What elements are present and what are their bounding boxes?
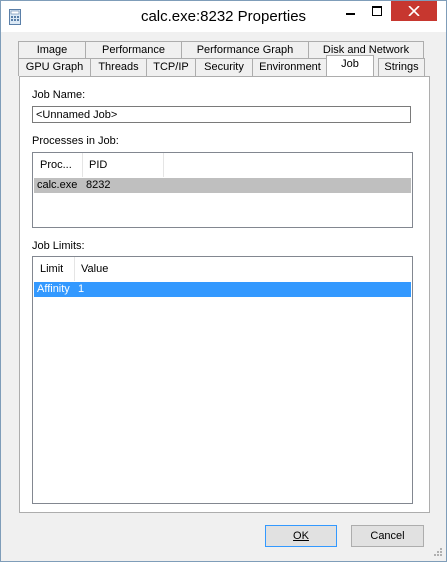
tab-label: Image (36, 44, 68, 56)
close-icon (408, 6, 420, 16)
resize-grip-icon[interactable] (431, 547, 443, 559)
job-limits-list-header: Limit Value (33, 257, 412, 281)
processes-list[interactable]: Proc... PID calc.exe 8232 (32, 152, 413, 228)
tab-strings[interactable]: Strings (378, 58, 425, 76)
tab-label: TCP/IP (153, 61, 189, 73)
process-name: calc.exe (37, 179, 78, 191)
table-row[interactable]: Affinity 1 (34, 282, 411, 297)
tab-image[interactable]: Image (18, 41, 86, 59)
column-header-pid[interactable]: PID (83, 153, 163, 177)
limit-value: 1 (78, 283, 85, 295)
process-pid: 8232 (86, 179, 111, 191)
column-header-process[interactable]: Proc... (34, 153, 82, 177)
processes-list-header: Proc... PID (33, 153, 412, 177)
tab-performance-graph[interactable]: Performance Graph (181, 41, 309, 59)
job-name-label: Job Name: (32, 89, 86, 101)
close-button[interactable] (391, 1, 437, 21)
tab-label: Security (204, 61, 244, 73)
properties-window: calc.exe:8232 Properties Image Performan… (0, 0, 447, 562)
tab-label: Performance (102, 44, 165, 56)
minimize-button[interactable] (337, 1, 364, 21)
tab-job[interactable]: Job (326, 55, 374, 76)
ok-button[interactable]: OK (265, 525, 337, 547)
tab-gpu-graph[interactable]: GPU Graph (18, 58, 91, 76)
column-divider[interactable] (163, 153, 164, 177)
job-limits-list[interactable]: Limit Value Affinity 1 (32, 256, 413, 504)
tab-label: Threads (98, 61, 139, 73)
tab-environment[interactable]: Environment (252, 58, 328, 76)
tab-threads[interactable]: Threads (90, 58, 147, 76)
job-name-field[interactable]: <Unnamed Job> (32, 106, 411, 123)
ok-button-label: OK (293, 530, 309, 542)
table-row[interactable]: calc.exe 8232 (34, 178, 411, 193)
job-limits-label: Job Limits: (32, 240, 85, 252)
limit-name: Affinity (37, 283, 70, 295)
tab-label: Environment (259, 61, 321, 73)
tab-tcp-ip[interactable]: TCP/IP (146, 58, 196, 76)
column-header-limit[interactable]: Limit (34, 257, 74, 281)
tab-security[interactable]: Security (195, 58, 253, 76)
cancel-button[interactable]: Cancel (351, 525, 424, 547)
processes-label: Processes in Job: (32, 135, 119, 147)
cancel-button-label: Cancel (370, 530, 405, 542)
maximize-button[interactable] (364, 1, 390, 21)
tab-label: GPU Graph (25, 61, 84, 73)
tab-performance[interactable]: Performance (85, 41, 182, 59)
tab-label: Strings (384, 61, 419, 73)
column-header-value[interactable]: Value (75, 257, 165, 281)
tab-label: Job (341, 58, 359, 70)
title-bar[interactable]: calc.exe:8232 Properties (1, 1, 446, 32)
tab-label: Performance Graph (196, 44, 294, 56)
